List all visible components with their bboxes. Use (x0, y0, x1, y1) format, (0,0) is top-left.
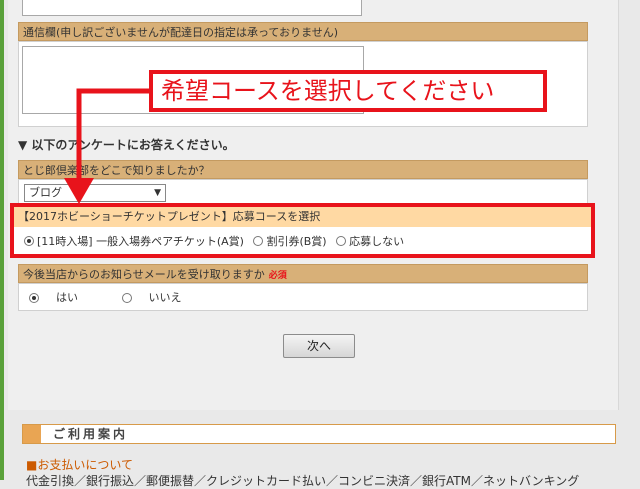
guide-accent (23, 425, 41, 443)
payment-info-link[interactable]: ■お支払いについて (26, 456, 133, 473)
payment-methods-text: 代金引換／銀行振込／郵便振替／クレジットカード払い／コンビニ決済／銀行ATM／ネ… (26, 474, 580, 488)
annotation-arrow (64, 88, 149, 204)
usage-guide-header: ご利用案内 (22, 424, 616, 444)
usage-guide-title: ご利用案内 (53, 427, 129, 441)
